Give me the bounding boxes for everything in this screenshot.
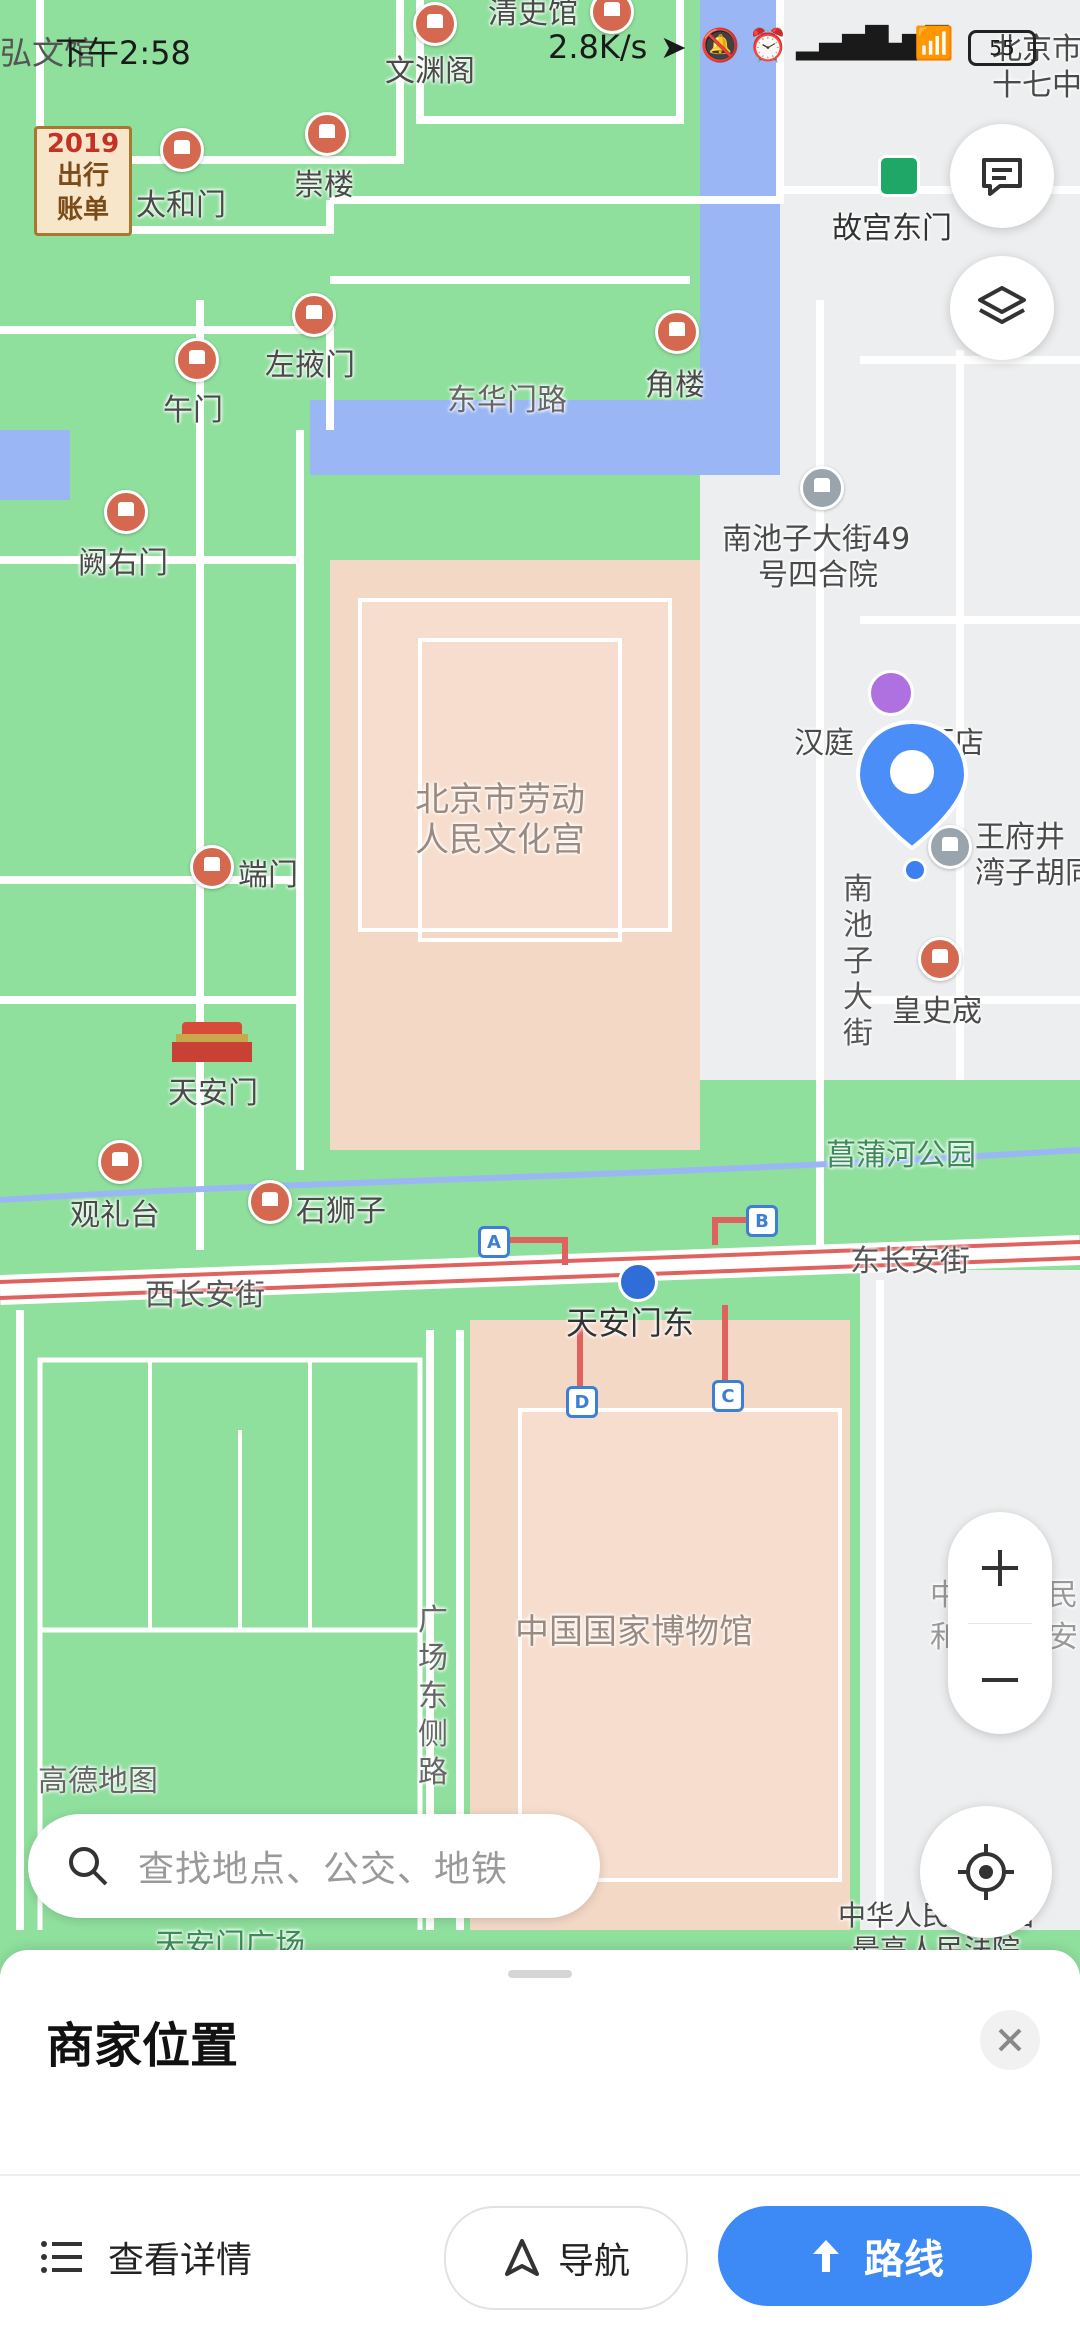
locate-me-button[interactable] xyxy=(920,1806,1052,1938)
label-right-frag-2: 民 xyxy=(1048,1578,1078,1613)
metro-exit-b[interactable]: B xyxy=(746,1205,778,1237)
badge-line1: 出行 xyxy=(56,161,109,191)
location-arrow-icon: ➤ xyxy=(660,28,687,66)
poi-icon-shishizi[interactable] xyxy=(248,1180,292,1224)
tiananmen-gate-icon[interactable] xyxy=(172,1022,252,1062)
label-tiananmen: 天安门 xyxy=(168,1076,258,1111)
poi-icon-guanlitai[interactable] xyxy=(98,1140,142,1184)
label-shishizi: 石狮子 xyxy=(296,1194,386,1229)
status-speed: 2.8K/s xyxy=(548,28,648,66)
close-button[interactable] xyxy=(980,2010,1040,2070)
poi-icon-taihemen[interactable] xyxy=(160,128,204,172)
list-icon xyxy=(41,2241,82,2273)
current-location-dot xyxy=(903,858,927,882)
battery-icon: 55 xyxy=(968,30,1036,66)
navigate-label: 导航 xyxy=(557,2241,630,2282)
label-hotel: 汉庭 xyxy=(794,726,854,761)
poi-icon-zuoyimen[interactable] xyxy=(292,293,336,337)
zoom-out-button[interactable] xyxy=(948,1624,1052,1735)
label-nanchizi-street: 南池子大街 xyxy=(843,872,873,1051)
search-icon xyxy=(69,1847,108,1886)
location-pin-icon[interactable] xyxy=(855,718,969,858)
label-duanmen: 端门 xyxy=(238,858,298,893)
label-changpuhe: 菖蒲河公园 xyxy=(826,1138,976,1173)
label-gugongdongmen: 故宫东门 xyxy=(832,211,952,246)
navigate-button[interactable]: 导航 xyxy=(444,2206,688,2310)
label-xichanganjie: 西长安街 xyxy=(145,1278,265,1313)
metro-exit-a[interactable]: A xyxy=(478,1226,510,1258)
mute-icon: 🔕 xyxy=(700,26,740,64)
poi-icon-duanmen[interactable] xyxy=(190,845,234,889)
annual-report-badge[interactable]: 2019 出行 账单 xyxy=(34,126,132,236)
metro-exit-c[interactable]: C xyxy=(712,1380,744,1412)
label-laodong-2: 人民文化宫 xyxy=(415,820,585,860)
label-wumen: 午门 xyxy=(163,393,223,428)
bus-stop-icon[interactable] xyxy=(878,155,920,197)
plus-icon xyxy=(982,1549,1018,1586)
zoom-in-button[interactable] xyxy=(948,1512,1052,1623)
sheet-title: 商家位置 xyxy=(46,2018,239,2074)
label-zuoyimen: 左掖门 xyxy=(265,348,355,383)
search-placeholder: 查找地点、公交、地铁 xyxy=(138,1849,509,1890)
crosshair-icon xyxy=(958,1844,1014,1900)
label-dongchanganjie: 东长安街 xyxy=(850,1244,970,1279)
badge-line2: 账单 xyxy=(56,195,109,225)
label-taihemen: 太和门 xyxy=(136,188,226,223)
metro-exit-d[interactable]: D xyxy=(566,1386,598,1418)
alarm-icon: ⏰ xyxy=(748,26,788,64)
message-icon xyxy=(982,158,1022,196)
badge-year: 2019 xyxy=(46,129,120,159)
poi-icon-huangshicheng[interactable] xyxy=(918,937,962,981)
label-nanchizi-2: 号四合院 xyxy=(758,558,878,593)
label-donghuamenlu: 东华门路 xyxy=(447,383,567,418)
sheet-drag-handle[interactable] xyxy=(508,1970,572,1978)
layers-button[interactable] xyxy=(950,256,1054,360)
label-huangshicheng: 皇史宬 xyxy=(892,994,982,1029)
poi-icon-queyoumen[interactable] xyxy=(104,490,148,534)
status-bar: 弘文馆 下午2:58 2.8K/s ➤ 🔕 ⏰ ▂▄▆█ ▂▄▆█ 📶 55 xyxy=(0,0,1080,96)
route-arrow-icon xyxy=(813,2240,839,2272)
poi-icon-chonglou[interactable] xyxy=(305,112,349,156)
wifi-icon: 📶 xyxy=(914,24,954,62)
search-bar[interactable]: 查找地点、公交、地铁 xyxy=(28,1814,600,1918)
view-details-button[interactable]: 查看详情 xyxy=(40,2212,252,2302)
battery-level: 55 xyxy=(989,36,1015,60)
poi-icon-wumen[interactable] xyxy=(175,338,219,382)
label-museum: 中国国家博物馆 xyxy=(515,1612,753,1652)
map-canvas[interactable]: A B C D 清史馆 文渊阁 崇楼 太和门 左掖门 午门 角楼 东华门路 阙右… xyxy=(0,0,1080,2000)
label-guanlitai: 观礼台 xyxy=(70,1198,160,1233)
minus-icon xyxy=(982,1677,1018,1682)
label-tiananmendong: 天安门东 xyxy=(566,1304,695,1342)
label-guangchang-road: 广场东侧路 xyxy=(418,1603,448,1790)
label-jiaolou: 角楼 xyxy=(645,368,705,403)
label-chonglou: 崇楼 xyxy=(294,168,354,203)
status-time: 下午2:58 xyxy=(55,34,191,72)
feedback-button[interactable] xyxy=(950,124,1054,228)
bottom-sheet: 商家位置 查看详情 导航 路线 xyxy=(0,1950,1080,2340)
route-button[interactable]: 路线 xyxy=(718,2206,1032,2306)
zoom-control xyxy=(948,1512,1052,1734)
poi-icon-jiaolou[interactable] xyxy=(655,310,699,354)
navigation-arrow-icon xyxy=(504,2239,539,2276)
label-queyoumen: 阙右门 xyxy=(78,546,168,581)
poi-icon-siheyuan[interactable] xyxy=(800,466,844,510)
hotel-icon[interactable] xyxy=(868,670,914,716)
layers-icon xyxy=(978,286,1026,324)
label-wangfujing-2: 湾子胡同 xyxy=(975,856,1080,891)
sheet-divider xyxy=(0,2174,1080,2176)
view-details-label: 查看详情 xyxy=(108,2240,253,2281)
label-right-frag-4: 安 xyxy=(1048,1620,1078,1655)
gaode-logo: 高德地图 xyxy=(38,1764,158,1799)
close-icon xyxy=(998,2028,1022,2052)
metro-station-icon[interactable] xyxy=(618,1262,658,1302)
route-label: 路线 xyxy=(864,2237,944,2283)
